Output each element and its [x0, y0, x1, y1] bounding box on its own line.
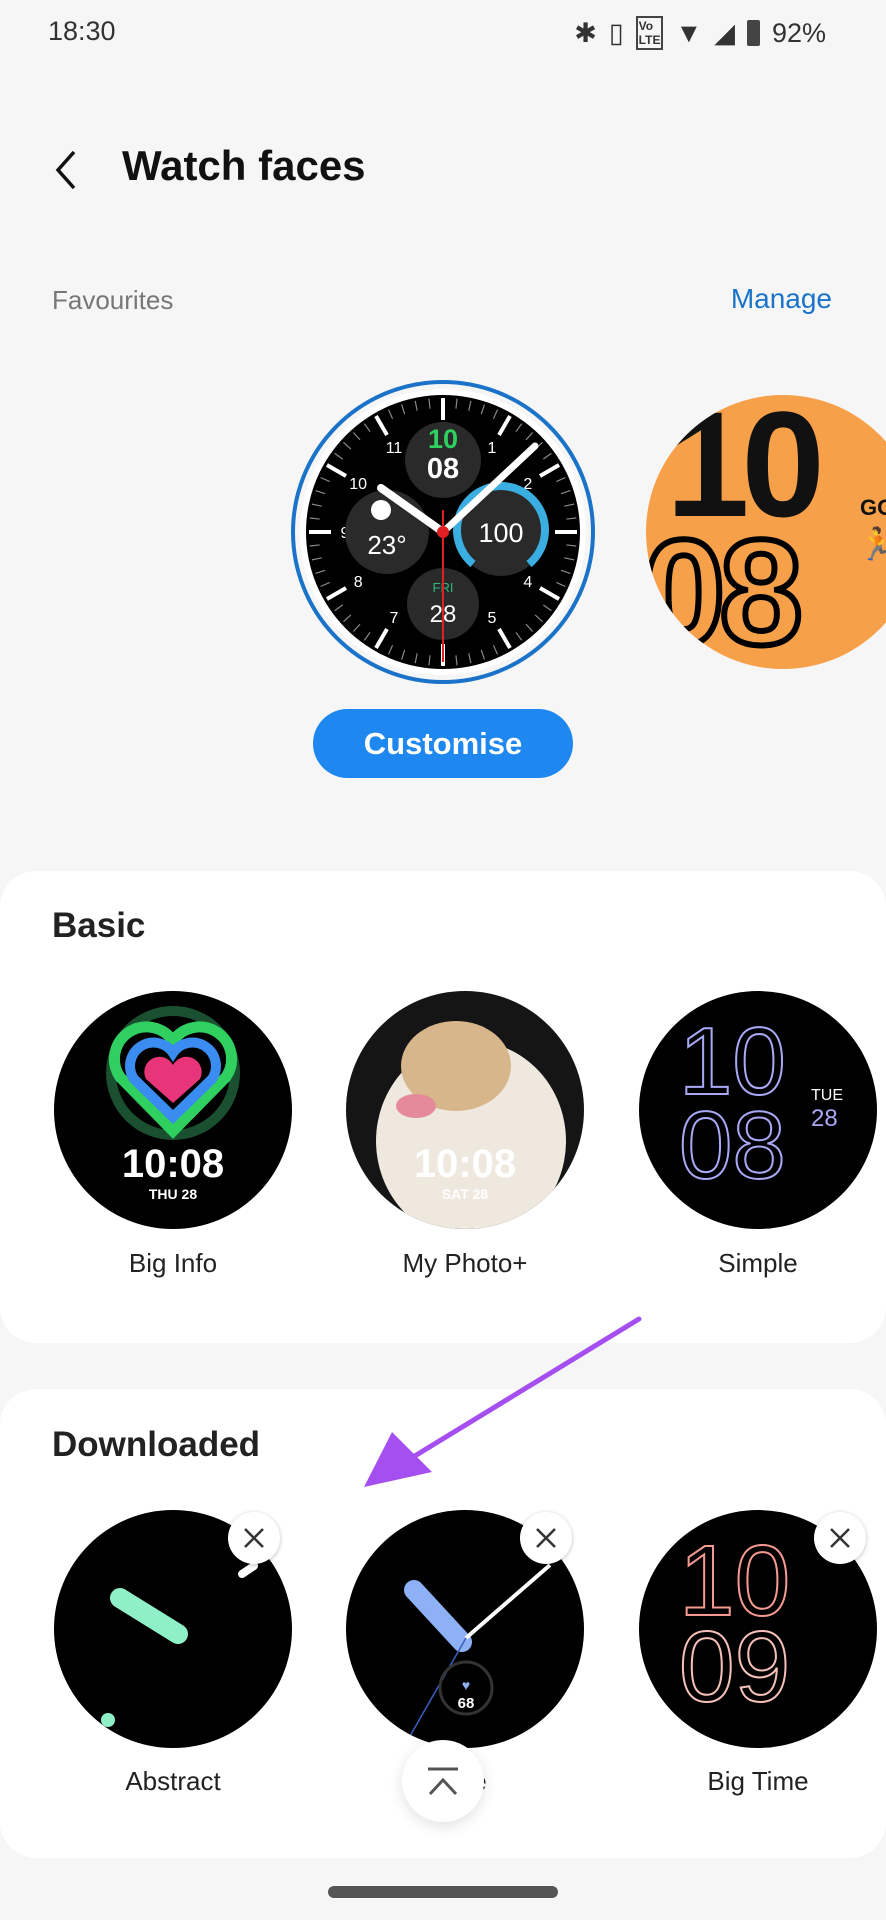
fav-minute: 08: [427, 453, 459, 485]
basic-label: Simple: [718, 1248, 798, 1278]
dial-number: 1: [488, 440, 497, 457]
downloaded-title: Downloaded: [52, 1425, 261, 1464]
chevron-left-icon[interactable]: [50, 148, 84, 192]
basic-label: Big Info: [128, 1248, 218, 1278]
dial-number: 4: [523, 574, 532, 591]
manage-link[interactable]: Manage: [731, 283, 832, 315]
dial-number: 7: [390, 610, 399, 627]
wifi-icon: ▼: [675, 17, 703, 48]
remove-big-time-button[interactable]: [814, 1512, 866, 1564]
heart-rings-icon: 10:08 THU 28: [106, 1006, 240, 1202]
battery-level: 92%: [771, 17, 826, 48]
big-info-time: 10:08: [122, 1142, 224, 1186]
signal-icon: ◢: [714, 17, 735, 48]
basic-title: Basic: [52, 906, 146, 945]
fav-hour: 10: [428, 424, 458, 454]
watch-face-simple[interactable]: 10 08 TUE 28: [639, 991, 877, 1229]
simple-date: 28: [811, 1105, 838, 1132]
fav-battery: 100: [478, 518, 523, 548]
simple-minute: 08: [678, 1092, 787, 1199]
close-icon: [536, 1528, 556, 1548]
dial-number: 8: [354, 574, 363, 591]
scroll-to-top-button[interactable]: [402, 1740, 484, 1822]
heart-icon: ♥: [462, 1677, 470, 1693]
big-time-minute: 09: [678, 1611, 791, 1723]
running-icon: 🏃: [858, 526, 886, 562]
basic-label: My Photo+: [402, 1248, 528, 1278]
photo-date: SAT 28: [442, 1186, 489, 1202]
fav-weather: 23°: [367, 530, 406, 560]
dial-number: 11: [386, 440, 403, 457]
next-watch-face[interactable]: 10 08 GO 🏃: [646, 395, 886, 669]
vogue-heart-rate: 68: [458, 1695, 475, 1712]
close-icon: [244, 1528, 264, 1548]
remove-vogue-button[interactable]: [520, 1512, 572, 1564]
status-time: 18:30: [48, 16, 116, 46]
vibrate-icon: ▯: [608, 17, 624, 48]
scroll-top-icon: [428, 1767, 458, 1796]
battery-icon: [746, 20, 760, 46]
bluetooth-icon: ✱: [574, 17, 597, 48]
dial-number: 10: [349, 476, 367, 493]
watch-face-my-photo[interactable]: 10:08 SAT 28: [346, 991, 584, 1229]
downloaded-label: Abstract: [125, 1766, 221, 1796]
photo-time: 10:08: [414, 1142, 516, 1186]
favourites-label: Favourites: [52, 285, 174, 315]
dog-photo: 10:08 SAT 28: [376, 1021, 566, 1229]
remove-abstract-button[interactable]: [228, 1512, 280, 1564]
page-title: Watch faces: [122, 142, 366, 189]
status-bar: 18:30 ✱ ▯ Vo LTE ▼ ◢ 92%: [0, 16, 886, 52]
customise-button[interactable]: Customise: [313, 709, 573, 778]
watch-face-big-info[interactable]: 10:08 THU 28: [54, 991, 292, 1229]
simple-day: TUE: [811, 1087, 843, 1104]
downloaded-label: Big Time: [707, 1766, 809, 1796]
close-icon: [830, 1528, 850, 1548]
next-side-text: GO: [860, 495, 886, 520]
cloud-icon: [371, 500, 391, 520]
current-watch-face[interactable]: 121234567891011 10 08 23° 100 FRI 28: [290, 379, 596, 685]
volte-icon: Vo LTE: [635, 16, 664, 50]
big-info-date: THU 28: [149, 1186, 197, 1202]
dial-number: 5: [488, 610, 497, 627]
home-indicator[interactable]: [328, 1886, 558, 1898]
next-minute: 08: [646, 508, 806, 669]
